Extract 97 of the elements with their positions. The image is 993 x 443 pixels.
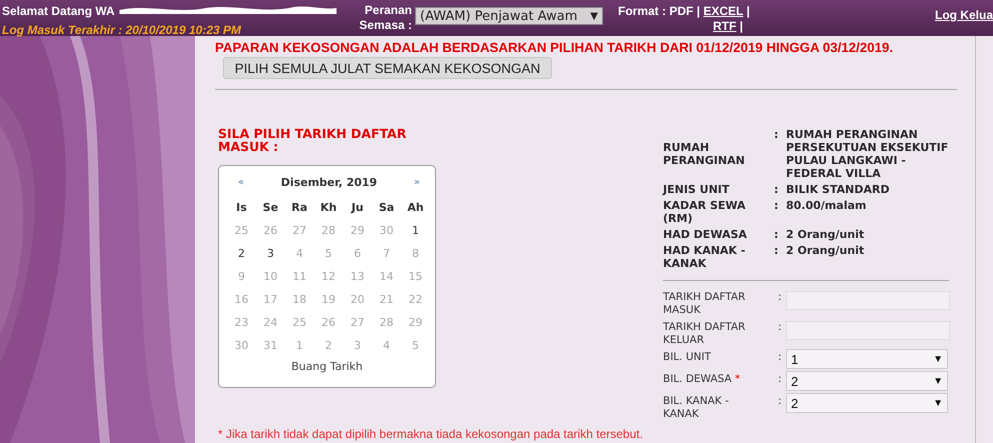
logout-link[interactable]: Log Kelua (934, 8, 993, 22)
colon-text: : (774, 244, 780, 257)
detail-value: 80.00/malam (786, 199, 868, 212)
calendar-day: 28 (322, 224, 336, 237)
colon-text: : (778, 373, 783, 386)
calendar-day: 14 (380, 270, 394, 283)
detail-label: KADAR SEWA (RM) (663, 199, 747, 225)
month-title: Disember, 2019 (280, 176, 378, 189)
calendar-day: 27 (292, 224, 306, 237)
calendar-day: 18 (292, 293, 306, 306)
weekday-label: Ra (292, 201, 308, 214)
calendar-day: 25 (292, 316, 306, 329)
calendar-day: 24 (264, 316, 278, 329)
calendar-day: 30 (380, 224, 394, 237)
excel-link[interactable]: EXCEL (703, 4, 744, 18)
calendar-day: 28 (380, 316, 394, 329)
calendar-day[interactable]: 1 (412, 224, 419, 237)
weekday-label: Is (236, 201, 247, 214)
calendar-day: 16 (234, 293, 248, 306)
calendar-day: 7 (383, 247, 390, 260)
dropdown-field[interactable]: 1 ▼ (786, 349, 948, 369)
separator-text: | (746, 4, 750, 18)
calendar-day: 25 (234, 224, 248, 237)
calendar-day: 20 (350, 293, 364, 306)
field-label: BIL. UNIT (663, 351, 711, 363)
next-month-button[interactable]: » (408, 177, 425, 188)
rtf-link[interactable]: RTF (713, 19, 736, 33)
detail-value: 2 Orang/unit (786, 244, 866, 257)
colon-text: : (774, 199, 780, 212)
required-mark: * (734, 373, 740, 385)
dropdown-field[interactable]: 2 ▼ (786, 393, 948, 413)
calendar-day: 30 (234, 339, 248, 352)
colon-text: : (774, 228, 780, 241)
colon-text: : (774, 183, 780, 196)
detail-label: HAD DEWASA (663, 228, 748, 241)
calendar-day: 9 (238, 270, 245, 283)
calendar-day: 6 (354, 247, 361, 260)
calendar-day: 21 (380, 293, 394, 306)
calendar-day: 2 (325, 339, 332, 352)
colon-text: : (778, 351, 783, 364)
field-label: TARIKH DAFTAR KELUAR (663, 321, 746, 346)
field-label: BIL. DEWASA (663, 373, 732, 385)
calendar-day: 17 (264, 293, 278, 306)
reselect-button[interactable]: PILIH SEMULA JULAT SEMAKAN KEKOSONGAN (223, 57, 552, 79)
calendar-day: 15 (408, 270, 422, 283)
calendar-day: 4 (296, 247, 303, 260)
calendar-day: 10 (264, 270, 278, 283)
calendar-day: 4 (383, 339, 390, 352)
detail-label: HAD KANAK - KANAK (663, 244, 746, 270)
detail-value: RUMAH PERANGINAN PERSEKUTUAN EKSEKUTIF PULAU LANGKAWI - FEDERAL VILLA (786, 128, 950, 180)
calendar-day: 19 (322, 293, 336, 306)
colon-text: : (774, 128, 780, 141)
role-label: Semasa : (359, 18, 412, 33)
role-label: Peranan (364, 3, 412, 18)
calendar-day: 3 (354, 339, 361, 352)
calendar-heading: SILA PILIH TARIKH DAFTAR MASUK : (217, 127, 408, 153)
last-login-text: Log Masuk Terakhir : 20/10/2019 10:23 PM (2, 23, 242, 37)
colon-text: : (778, 395, 783, 408)
calendar-day: 26 (322, 316, 336, 329)
weekday-label: Ah (407, 201, 424, 214)
separator-text: | (740, 19, 744, 33)
role-select[interactable]: (AWAM) Penjawat Awam ▼ (415, 7, 603, 25)
calendar-day: 8 (412, 247, 419, 260)
calendar-day: 22 (408, 293, 422, 306)
notice-text: PAPARAN KEKOSONGAN ADALAH BERDASARKAN PILIHAN TARIKH DARI 01/12/2019 HINGGA 03/12/2019. (215, 40, 894, 55)
field-label: BIL. KANAK - KANAK (663, 395, 729, 420)
colon-text: : (778, 321, 783, 334)
calendar-day: 5 (325, 247, 332, 260)
calendar-day: 23 (234, 316, 248, 329)
calendar-day: 31 (264, 339, 278, 352)
calendar-day: 11 (292, 270, 306, 283)
calendar-day: 29 (408, 316, 422, 329)
calendar-day[interactable]: 3 (267, 247, 274, 260)
calendar-day: 5 (412, 339, 419, 352)
weekday-label: Kh (320, 201, 337, 214)
weekday-label: Se (262, 201, 278, 214)
calendar-day[interactable]: 2 (238, 247, 245, 260)
detail-label: RUMAH PERANGINAN (663, 141, 746, 167)
calendar-day: 29 (350, 224, 364, 237)
weekday-label: Ju (352, 201, 364, 214)
calendar-day: 26 (264, 224, 278, 237)
calendar-day: 1 (296, 339, 303, 352)
welcome-text: Selamat Datang WA (2, 4, 115, 18)
calendar-day: 27 (350, 316, 364, 329)
dropdown-field[interactable]: 2 ▼ (786, 371, 948, 391)
clear-date-button[interactable]: Buang Tarikh (291, 360, 363, 373)
calendar-day: 13 (350, 270, 364, 283)
detail-value: 2 Orang/unit (786, 228, 866, 241)
calendar-day: 12 (322, 270, 336, 283)
field-label: TARIKH DAFTAR MASUK (663, 291, 746, 316)
detail-value: BILIK STANDARD (786, 183, 890, 196)
colon-text: : (778, 291, 783, 304)
footnote-text: * Jika tarikh tidak dapat dipilih bermakna tiada kekosongan pada tarikh tersebut. (218, 427, 644, 441)
format-label: Format : PDF | (618, 4, 700, 18)
weekday-label: Sa (378, 201, 394, 214)
detail-label: JENIS UNIT (663, 183, 730, 196)
previous-month-button[interactable]: « (233, 177, 249, 188)
